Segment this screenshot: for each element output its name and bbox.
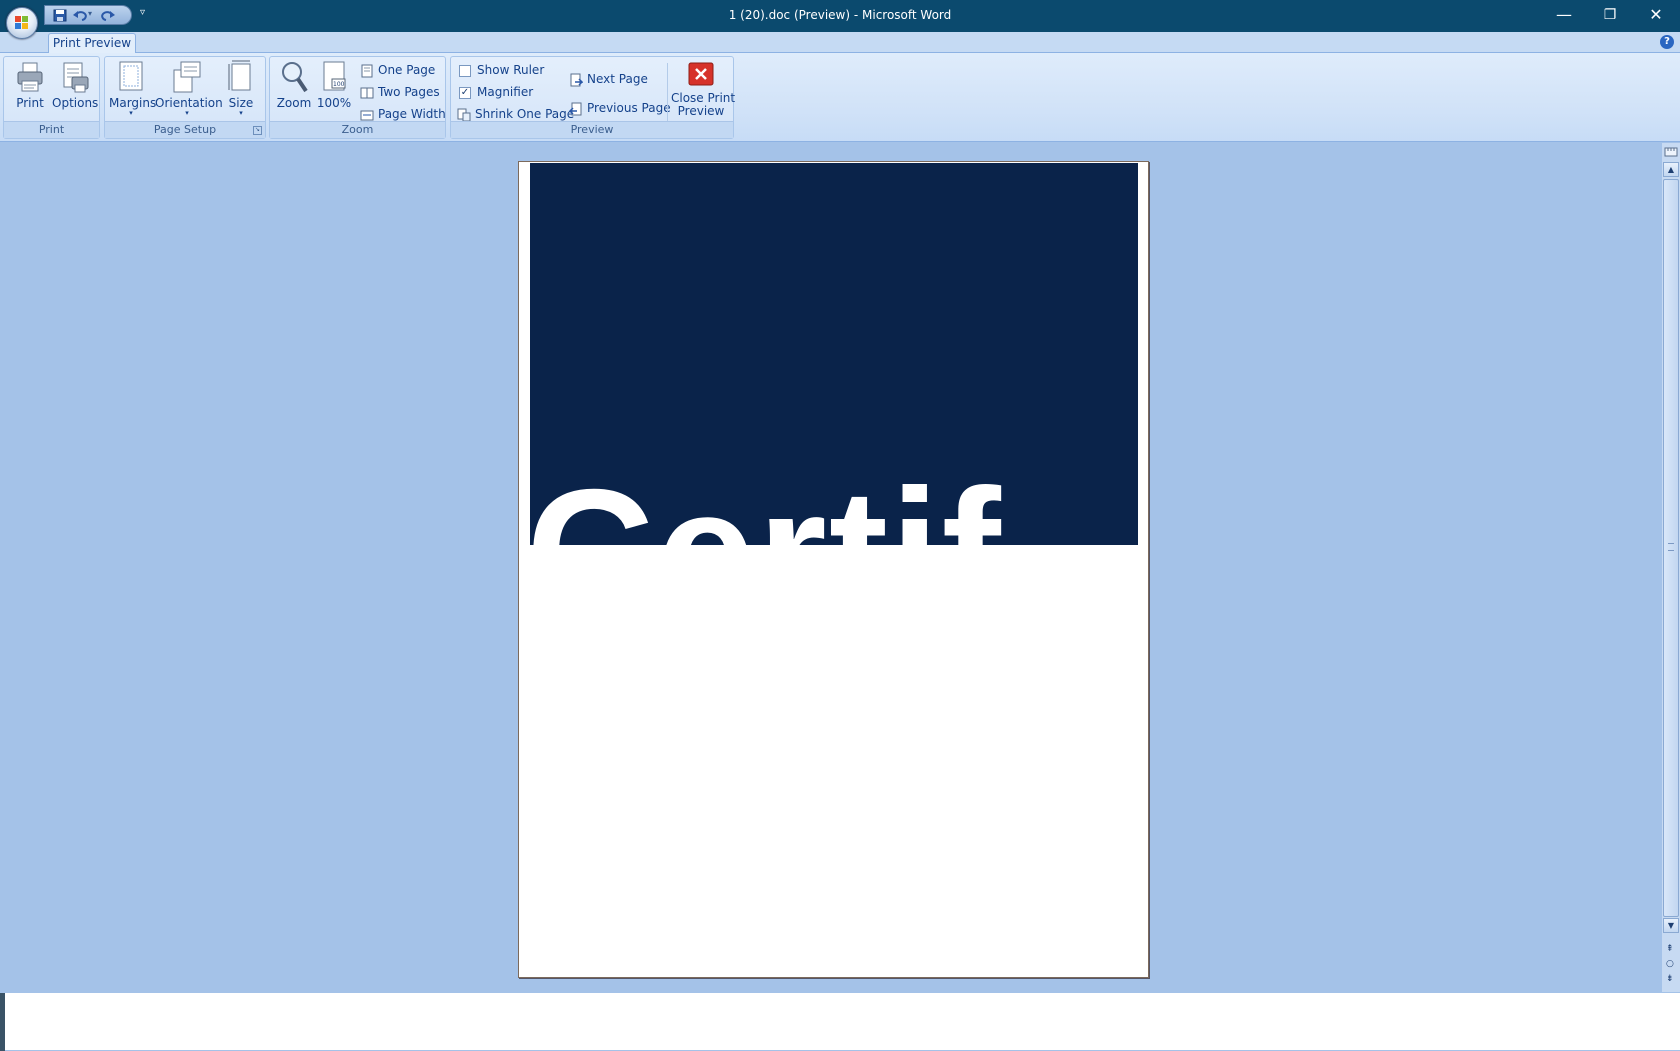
preview-separator	[667, 63, 668, 121]
margins-dropdown-icon: ▾	[129, 109, 133, 117]
margins-button[interactable]: Margins ▾	[109, 60, 156, 118]
title-bar: 1 (20).doc (Preview) - Microsoft Word ▾ …	[0, 0, 1680, 32]
undo-icon[interactable]	[73, 9, 87, 22]
orientation-dropdown-icon: ▾	[185, 109, 189, 117]
margins-icon	[116, 60, 146, 94]
close-preview-icon	[686, 60, 716, 90]
two-pages-icon	[360, 86, 374, 100]
size-icon	[226, 60, 256, 94]
size-button[interactable]: Size ▾	[221, 60, 261, 118]
page-width-icon	[360, 108, 374, 122]
office-logo-icon	[15, 16, 29, 30]
tab-print-preview[interactable]: Print Preview	[48, 33, 136, 54]
ribbon-tab-row: Print Preview ?	[0, 32, 1680, 54]
magnifier-check-icon[interactable]: ✓	[459, 86, 471, 99]
page-width-label: Page Width	[378, 107, 446, 121]
two-pages-button[interactable]: Two Pages	[360, 82, 440, 102]
print-button[interactable]: Print	[10, 60, 50, 118]
show-ruler-check-icon[interactable]	[459, 64, 471, 77]
svg-text:100: 100	[333, 81, 345, 88]
preview-group: Show Ruler ✓ Magnifier Shrink One Page Ne…	[450, 56, 735, 139]
shrink-one-page-label: Shrink One Page	[475, 107, 575, 121]
customize-qat-icon[interactable]: ▿	[140, 7, 145, 18]
next-object-icon[interactable]: ⇟	[1666, 974, 1674, 984]
one-page-button[interactable]: One Page	[360, 60, 435, 80]
help-icon[interactable]: ?	[1660, 35, 1674, 49]
shrink-one-page-icon	[457, 108, 471, 122]
scroll-up-button[interactable]: ▲	[1663, 162, 1679, 177]
bottom-left-edge	[0, 993, 5, 1051]
magnifying-glass-icon	[279, 60, 309, 94]
bottom-area	[0, 992, 1680, 1051]
vertical-scrollbar[interactable]: ▲ ▼ ⇞ ○ ⇟	[1662, 143, 1680, 992]
undo-dropdown-icon[interactable]: ▾	[88, 9, 96, 22]
banner-heading-text: Certif	[530, 463, 1003, 546]
previous-page-button[interactable]: Previous Page	[568, 98, 671, 118]
options-button[interactable]: Options	[52, 60, 98, 118]
close-button[interactable]: ✕	[1633, 0, 1679, 32]
previous-object-icon[interactable]: ⇞	[1666, 944, 1674, 954]
scroll-thumb-grip	[1668, 543, 1674, 551]
scroll-thumb[interactable]	[1663, 179, 1679, 917]
preview-group-label: Preview	[451, 121, 733, 138]
certificate-banner: Certif	[530, 163, 1138, 545]
scroll-down-button[interactable]: ▼	[1663, 918, 1679, 933]
magnifier-label: Magnifier	[477, 85, 534, 99]
print-group: Print Options Print	[3, 56, 100, 139]
redo-icon[interactable]	[101, 9, 115, 22]
page-setup-group: Margins ▾ Orientation ▾ Size ▾ Page Setu…	[104, 56, 266, 139]
show-ruler-checkbox[interactable]: Show Ruler	[459, 60, 544, 80]
close-print-preview-button[interactable]: Close Print Preview	[671, 60, 735, 124]
zoom-group-label: Zoom	[270, 121, 445, 138]
options-label: Options	[52, 96, 99, 110]
quick-access-toolbar: ▾	[44, 5, 132, 25]
previous-page-label: Previous Page	[587, 101, 671, 115]
print-group-label: Print	[4, 121, 99, 138]
zoom-group: Zoom 100 100% One Page Two Pages Page Wi…	[269, 56, 446, 139]
window-title: 1 (20).doc (Preview) - Microsoft Word	[728, 8, 952, 22]
magnifier-checkbox[interactable]: ✓ Magnifier	[459, 82, 533, 102]
size-dropdown-icon: ▾	[239, 109, 243, 117]
next-page-label: Next Page	[587, 72, 648, 86]
next-page-button[interactable]: Next Page	[569, 69, 648, 89]
orientation-button[interactable]: Orientation ▾	[155, 60, 223, 118]
previous-page-icon	[568, 102, 583, 116]
orientation-icon	[172, 60, 202, 94]
options-icon	[60, 60, 90, 94]
view-ruler-icon[interactable]	[1664, 146, 1678, 158]
one-page-label: One Page	[378, 63, 436, 77]
zoom-100-label: 100%	[316, 96, 352, 110]
document-preview-area[interactable]: Certif	[0, 143, 1662, 992]
save-icon[interactable]	[53, 9, 67, 22]
print-label: Print	[16, 96, 44, 110]
show-ruler-label: Show Ruler	[477, 63, 545, 77]
close-print-label-line2: Preview	[677, 104, 725, 118]
restore-button[interactable]: ❐	[1587, 0, 1633, 32]
printer-icon	[15, 60, 45, 94]
next-page-icon	[569, 73, 584, 87]
zoom-100-button[interactable]: 100 100%	[316, 60, 352, 118]
preview-page[interactable]: Certif	[518, 161, 1149, 978]
office-button[interactable]	[6, 7, 38, 39]
zoom-button[interactable]: Zoom	[274, 60, 314, 118]
one-page-icon	[360, 64, 374, 78]
zoom-100-icon: 100	[319, 60, 349, 94]
page-setup-dialog-launcher-icon[interactable]: ↘	[253, 126, 262, 135]
select-browse-object-icon[interactable]: ○	[1666, 959, 1674, 969]
two-pages-label: Two Pages	[378, 85, 440, 99]
ribbon: Print Options Print Margins ▾ Orientatio…	[0, 53, 1680, 142]
minimize-button[interactable]: —	[1541, 0, 1587, 32]
page-setup-group-label: Page Setup	[105, 121, 265, 138]
zoom-label: Zoom	[276, 96, 312, 110]
